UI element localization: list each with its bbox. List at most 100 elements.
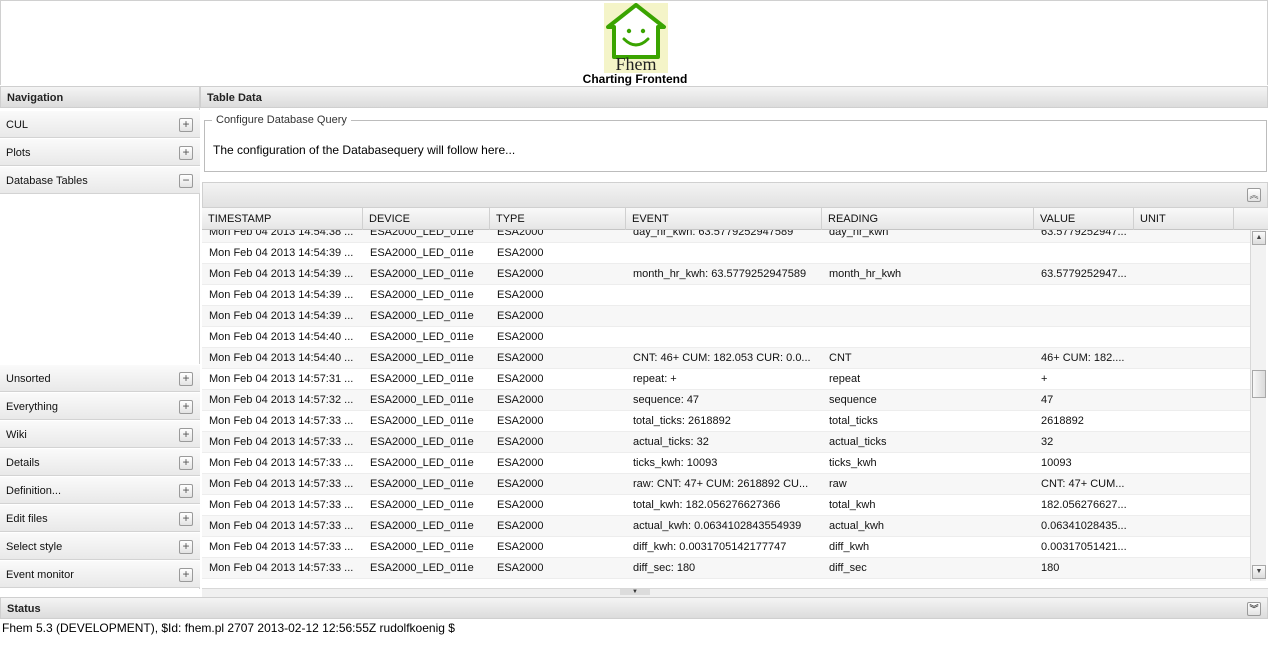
cell-value: 180 <box>1041 562 1060 574</box>
scroll-thumb[interactable] <box>1252 370 1266 398</box>
cell-event: actual_ticks: 32 <box>633 436 709 448</box>
expand-icon[interactable]: + <box>179 484 193 498</box>
cell-value <box>1034 327 1134 348</box>
col-value[interactable]: VALUE <box>1034 208 1134 230</box>
cell-unit <box>1134 432 1234 453</box>
expand-icon[interactable]: + <box>179 372 193 386</box>
nav-item-database-tables[interactable]: Database Tables − <box>0 166 200 194</box>
table-row[interactable]: Mon Feb 04 2013 14:54:39 ... ESA2000_LED_… <box>202 243 1250 264</box>
table-row[interactable]: Mon Feb 04 2013 14:57:33 ... ESA2000_LED_… <box>202 516 1250 537</box>
table-row[interactable]: Mon Feb 04 2013 14:57:32 ... ESA2000_LED_… <box>202 390 1250 411</box>
nav-item-label: Edit files <box>6 513 48 525</box>
nav-item-label: Everything <box>6 401 58 413</box>
table-row[interactable]: Mon Feb 04 2013 14:57:31 ... ESA2000_LED_… <box>202 369 1250 390</box>
nav-item-event-monitor[interactable]: Event monitor + <box>0 560 200 588</box>
collapse-down-icon[interactable]: ︾ <box>1247 602 1261 616</box>
cell-event: sequence: 47 <box>633 394 700 406</box>
panel-splitter[interactable]: ▼ <box>202 588 1268 597</box>
nav-item-everything[interactable]: Everything + <box>0 392 200 420</box>
cell-timestamp: Mon Feb 04 2013 14:54:40 ... <box>209 352 354 364</box>
cell-type: ESA2000 <box>497 268 544 280</box>
col-type[interactable]: TYPE <box>490 208 626 230</box>
fieldset-legend: Configure Database Query <box>212 114 351 126</box>
grid-toolbar: ︽ <box>202 182 1268 208</box>
cell-type: ESA2000 <box>497 352 544 364</box>
col-timestamp[interactable]: TIMESTAMP <box>202 208 363 230</box>
table-row[interactable]: Mon Feb 04 2013 14:57:33 ... ESA2000_LED_… <box>202 558 1250 579</box>
table-row[interactable]: Mon Feb 04 2013 14:54:39 ... ESA2000_LED_… <box>202 264 1250 285</box>
config-text: The configuration of the Databasequery w… <box>213 143 516 157</box>
cell-unit <box>1134 390 1234 411</box>
scroll-up-icon[interactable]: ▲ <box>1252 231 1266 245</box>
nav-item-cul[interactable]: CUL + <box>0 110 200 138</box>
logo-text: Fhem <box>615 54 657 74</box>
nav-item-label: Select style <box>6 541 63 553</box>
cell-value: CNT: 47+ CUM... <box>1041 478 1125 490</box>
cell-device: ESA2000_LED_011e <box>370 310 474 322</box>
cell-event: total_kwh: 182.056276627366 <box>633 499 781 511</box>
nav-item-label: Unsorted <box>6 373 51 385</box>
expand-icon[interactable]: + <box>179 512 193 526</box>
table-row[interactable]: Mon Feb 04 2013 14:54:38 ... ESA2000_LED_… <box>202 230 1250 243</box>
expand-icon[interactable]: + <box>179 428 193 442</box>
splitter-handle-icon[interactable]: ▼ <box>620 589 650 595</box>
cell-timestamp: Mon Feb 04 2013 14:57:33 ... <box>209 478 354 490</box>
collapse-icon[interactable]: − <box>179 174 193 188</box>
cell-value <box>1034 306 1134 327</box>
scroll-down-icon[interactable]: ▼ <box>1252 565 1266 579</box>
col-event[interactable]: EVENT <box>626 208 822 230</box>
vertical-scrollbar[interactable]: ▲ ▼ <box>1250 230 1266 581</box>
table-row[interactable]: Mon Feb 04 2013 14:57:33 ... ESA2000_LED_… <box>202 495 1250 516</box>
cell-device: ESA2000_LED_011e <box>370 289 474 301</box>
cell-device: ESA2000_LED_011e <box>370 373 474 385</box>
table-row[interactable]: Mon Feb 04 2013 14:54:39 ... ESA2000_LED_… <box>202 285 1250 306</box>
cell-event: diff_kwh: 0.0031705142177747 <box>633 541 787 553</box>
app-header: Fhem Charting Frontend <box>0 0 1268 86</box>
cell-reading: total_kwh <box>829 499 876 511</box>
table-row[interactable]: Mon Feb 04 2013 14:57:33 ... ESA2000_LED_… <box>202 411 1250 432</box>
nav-item-definition[interactable]: Definition... + <box>0 476 200 504</box>
col-unit[interactable]: UNIT <box>1134 208 1234 230</box>
fhem-logo: Fhem <box>604 3 668 73</box>
table-row[interactable]: Mon Feb 04 2013 14:57:33 ... ESA2000_LED_… <box>202 453 1250 474</box>
cell-event: CNT: 46+ CUM: 182.053 CUR: 0.0... <box>633 352 811 364</box>
expand-icon[interactable]: + <box>179 118 193 132</box>
expand-icon[interactable]: + <box>179 456 193 470</box>
cell-value: 63.5779252947... <box>1041 268 1127 280</box>
table-row[interactable]: Mon Feb 04 2013 14:54:40 ... ESA2000_LED_… <box>202 348 1250 369</box>
table-row[interactable]: Mon Feb 04 2013 14:57:33 ... ESA2000_LED_… <box>202 432 1250 453</box>
col-device[interactable]: DEVICE <box>363 208 490 230</box>
expand-icon[interactable]: + <box>179 568 193 582</box>
col-reading[interactable]: READING <box>822 208 1034 230</box>
cell-reading: actual_kwh <box>829 520 885 532</box>
table-row[interactable]: Mon Feb 04 2013 14:54:39 ... ESA2000_LED_… <box>202 306 1250 327</box>
expand-icon[interactable]: + <box>179 400 193 414</box>
expand-icon[interactable]: + <box>179 540 193 554</box>
collapse-up-icon[interactable]: ︽ <box>1247 188 1261 202</box>
grid-column-header: TIMESTAMP DEVICE TYPE EVENT READING VALU… <box>202 208 1268 230</box>
cell-value: 0.00317051421... <box>1041 541 1127 553</box>
table-row[interactable]: Mon Feb 04 2013 14:54:40 ... ESA2000_LED_… <box>202 327 1250 348</box>
cell-type: ESA2000 <box>497 394 544 406</box>
cell-timestamp: Mon Feb 04 2013 14:57:33 ... <box>209 541 354 553</box>
cell-type: ESA2000 <box>497 310 544 322</box>
cell-timestamp: Mon Feb 04 2013 14:57:33 ... <box>209 562 354 574</box>
status-text: Fhem 5.3 (DEVELOPMENT), $Id: fhem.pl 270… <box>2 621 455 635</box>
cell-value: 2618892 <box>1041 415 1084 427</box>
table-row[interactable]: Mon Feb 04 2013 14:57:33 ... ESA2000_LED_… <box>202 474 1250 495</box>
nav-item-plots[interactable]: Plots + <box>0 138 200 166</box>
status-header: Status ︾ <box>0 597 1268 619</box>
nav-item-edit-files[interactable]: Edit files + <box>0 504 200 532</box>
nav-item-unsorted[interactable]: Unsorted + <box>0 364 200 392</box>
expand-icon[interactable]: + <box>179 146 193 160</box>
nav-item-wiki[interactable]: Wiki + <box>0 420 200 448</box>
cell-device: ESA2000_LED_011e <box>370 268 474 280</box>
cell-type: ESA2000 <box>497 230 544 238</box>
table-row[interactable]: Mon Feb 04 2013 14:57:33 ... ESA2000_LED_… <box>202 537 1250 558</box>
cell-event: day_hr_kwh: 63.5779252947589 <box>633 230 794 238</box>
cell-device: ESA2000_LED_011e <box>370 247 474 259</box>
cell-unit <box>1134 516 1234 537</box>
nav-item-details[interactable]: Details + <box>0 448 200 476</box>
nav-item-select-style[interactable]: Select style + <box>0 532 200 560</box>
cell-unit <box>1134 285 1234 306</box>
